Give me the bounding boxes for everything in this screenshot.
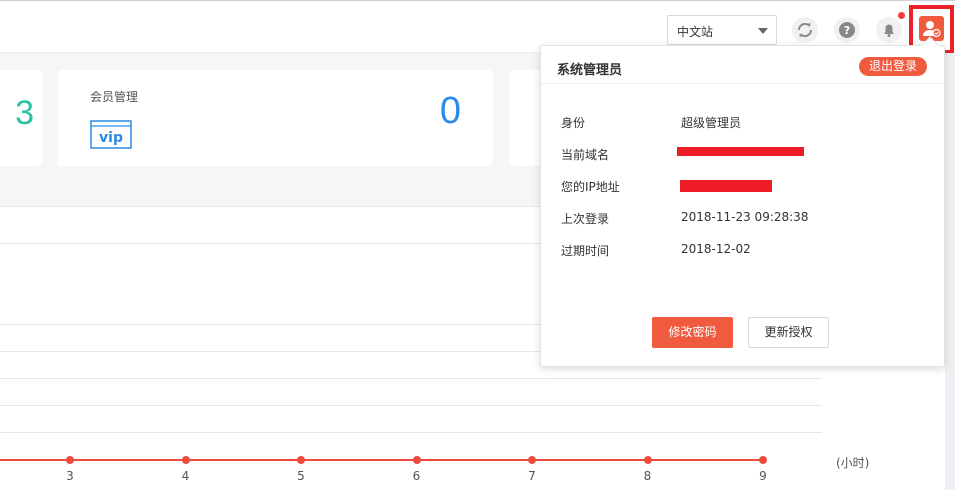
x-tick-label: 9 <box>759 469 767 483</box>
logout-button[interactable]: 退出登录 <box>859 57 927 76</box>
x-tick-label: 8 <box>643 469 652 483</box>
data-point <box>66 456 74 464</box>
stat-card: 3 <box>0 70 42 166</box>
identity-label: 身份 <box>561 116 586 130</box>
x-tick-label: 4 <box>181 469 190 483</box>
ip-label: 您的IP地址 <box>561 180 620 194</box>
x-axis-label: (小时) <box>836 456 870 470</box>
scrollbar-track[interactable] <box>945 53 955 490</box>
stat-value: 3 <box>15 94 34 132</box>
last-login-label: 上次登录 <box>561 212 610 226</box>
domain-label: 当前域名 <box>561 148 610 162</box>
data-point <box>528 456 536 464</box>
language-select[interactable]: 中文站 <box>667 15 777 45</box>
popup-title: 系统管理员 <box>557 63 623 78</box>
notification-dot <box>898 12 905 19</box>
popup-header: 系统管理员 退出登录 <box>541 46 944 84</box>
member-card: 会员管理 vip 0 <box>58 70 493 166</box>
user-popup: 系统管理员 退出登录 身份 超级管理员 当前域名 您的IP地址 上次登录 201… <box>540 36 945 367</box>
vip-icon-text: vip <box>99 130 123 146</box>
data-point <box>297 456 305 464</box>
member-card-title: 会员管理 <box>90 90 139 104</box>
domain-redaction <box>677 147 804 156</box>
bell-icon[interactable] <box>875 16 903 44</box>
member-count: 0 <box>439 90 461 132</box>
grid-line <box>0 405 822 406</box>
renew-license-button[interactable]: 更新授权 <box>748 317 829 348</box>
ip-redaction <box>680 180 772 192</box>
x-tick-label: 5 <box>297 469 305 483</box>
refresh-icon[interactable] <box>791 16 819 44</box>
data-point <box>759 456 767 464</box>
language-select-value: 中文站 <box>677 25 714 39</box>
caret-down-icon <box>758 28 768 34</box>
x-tick-label: 7 <box>528 469 536 483</box>
svg-text:?: ? <box>844 24 850 37</box>
x-tick-label: 6 <box>412 469 421 483</box>
last-login-value: 2018-11-23 09:28:38 <box>681 210 809 224</box>
data-point <box>643 456 652 464</box>
vip-icon: vip <box>90 120 132 149</box>
data-point <box>412 456 421 464</box>
grid-line <box>0 432 822 433</box>
data-point <box>181 456 190 464</box>
identity-value: 超级管理员 <box>681 116 742 130</box>
x-tick-label: 3 <box>66 469 74 483</box>
change-password-button[interactable]: 修改密码 <box>652 317 733 348</box>
expiry-value: 2018-12-02 <box>681 242 751 256</box>
grid-line <box>0 378 822 379</box>
expiry-label: 过期时间 <box>561 244 610 258</box>
help-icon[interactable]: ? <box>833 16 861 44</box>
